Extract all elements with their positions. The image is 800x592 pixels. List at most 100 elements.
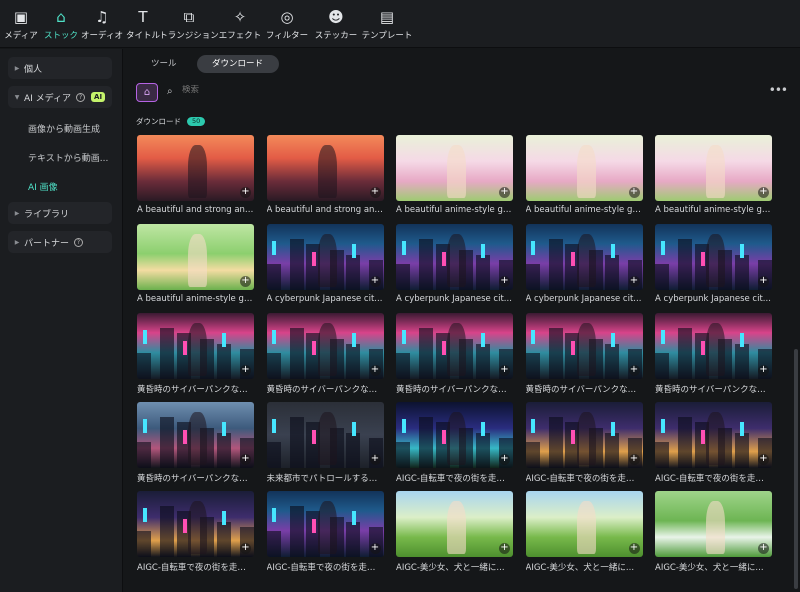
add-to-timeline-icon[interactable]: + xyxy=(758,454,769,465)
toolbar-template-button[interactable]: ▤ テンプレート xyxy=(362,0,413,48)
media-thumbnail[interactable]: + xyxy=(655,224,772,290)
media-thumbnail[interactable]: + xyxy=(266,313,384,379)
media-thumbnail[interactable]: + xyxy=(396,135,513,201)
add-to-timeline-icon[interactable]: + xyxy=(758,543,769,554)
media-card[interactable]: + AIGC-自転車で夜の街を走る... xyxy=(396,402,513,484)
media-thumbnail[interactable]: + xyxy=(655,402,772,468)
toolbar-title-button[interactable]: T タイトル xyxy=(124,0,162,48)
tab-downloads[interactable]: ダウンロード xyxy=(196,55,279,73)
media-thumbnail[interactable]: + xyxy=(137,224,254,290)
media-card[interactable]: + A beautiful anime-style gir... xyxy=(137,224,254,304)
store-button[interactable]: ⌂ xyxy=(136,83,158,102)
toolbar-media-button[interactable]: ▣ メディア xyxy=(0,0,42,48)
toolbar-transition-button[interactable]: ⧉ トランジション xyxy=(159,0,219,48)
sidebar-item-library[interactable]: ▶ ライブラリ xyxy=(8,202,112,224)
media-thumbnail[interactable]: + xyxy=(525,313,643,379)
media-card[interactable]: + 黄昏時のサイバーパンクな日... xyxy=(266,313,384,395)
media-thumbnail[interactable]: + xyxy=(655,313,772,379)
add-to-timeline-icon[interactable]: + xyxy=(240,365,251,376)
media-thumbnail[interactable]: + xyxy=(137,491,254,557)
tab-tools[interactable]: ツール xyxy=(137,55,191,73)
media-card[interactable]: + AIGC-自転車で夜の街を走る... xyxy=(266,491,384,573)
sidebar-subitem-ai-image[interactable]: AI 画像 xyxy=(28,180,58,193)
media-card[interactable]: + A cyberpunk Japanese cit... xyxy=(655,224,772,304)
media-thumbnail[interactable]: + xyxy=(525,491,643,557)
media-thumbnail[interactable]: + xyxy=(137,402,254,468)
add-to-timeline-icon[interactable]: + xyxy=(240,187,251,198)
media-thumbnail[interactable]: + xyxy=(396,313,513,379)
sidebar-item-personal[interactable]: ▶ 個人 xyxy=(8,57,112,79)
media-card[interactable]: + A beautiful anime-style gir... xyxy=(655,135,772,215)
media-thumbnail[interactable]: + xyxy=(266,135,384,201)
media-thumbnail[interactable]: + xyxy=(396,224,513,290)
add-to-timeline-icon[interactable]: + xyxy=(628,187,640,198)
media-thumbnail[interactable]: + xyxy=(396,491,513,557)
more-options-icon[interactable]: ••• xyxy=(769,83,788,97)
help-icon[interactable]: ? xyxy=(76,92,86,102)
add-to-timeline-icon[interactable]: + xyxy=(758,365,769,376)
add-to-timeline-icon[interactable]: + xyxy=(628,276,640,287)
media-thumbnail[interactable]: + xyxy=(525,402,643,468)
media-thumbnail[interactable]: + xyxy=(137,135,254,201)
media-card[interactable]: + AIGC-自転車で夜の街を走る... xyxy=(655,402,772,484)
media-card[interactable]: + AIGC-美少女、犬と一緒に... xyxy=(396,491,513,573)
media-card[interactable]: + AIGC-美少女、犬と一緒に... xyxy=(655,491,772,573)
media-card[interactable]: + 黄昏時のサイバーパンクな日... xyxy=(655,313,772,395)
add-to-timeline-icon[interactable]: + xyxy=(628,454,640,465)
sidebar-item-partner[interactable]: ▶ パートナー ? xyxy=(8,231,112,253)
add-to-timeline-icon[interactable]: + xyxy=(369,187,381,198)
toolbar-stock-button[interactable]: ⌂ ストック xyxy=(42,0,80,48)
media-card[interactable]: + A beautiful and strong ani... xyxy=(266,135,384,215)
add-to-timeline-icon[interactable]: + xyxy=(369,365,381,376)
sidebar-subitem-text-to-video[interactable]: テキストから動画... xyxy=(28,151,108,164)
media-caption: A beautiful and strong ani... xyxy=(137,205,254,215)
add-to-timeline-icon[interactable]: + xyxy=(369,276,381,287)
add-to-timeline-icon[interactable]: + xyxy=(369,454,381,465)
media-thumbnail[interactable]: + xyxy=(137,313,254,379)
media-card[interactable]: + 未来都市でパトロールする警... xyxy=(266,402,384,484)
media-card[interactable]: + A beautiful anime-style gir... xyxy=(525,135,643,215)
add-to-timeline-icon[interactable]: + xyxy=(758,187,769,198)
media-card[interactable]: + 黄昏時のサイバーパンクな日... xyxy=(525,313,643,395)
media-thumbnail[interactable]: + xyxy=(266,224,384,290)
add-to-timeline-icon[interactable]: + xyxy=(240,454,251,465)
media-card[interactable]: + 黄昏時のサイバーパンクな日... xyxy=(396,313,513,395)
media-card[interactable]: + A cyberpunk Japanese cit... xyxy=(525,224,643,304)
media-thumbnail[interactable]: + xyxy=(266,491,384,557)
sidebar-subitem-image-to-video[interactable]: 画像から動画生成 xyxy=(28,122,100,135)
toolbar-sticker-button[interactable]: ☻ ステッカー xyxy=(310,0,362,48)
add-to-timeline-icon[interactable]: + xyxy=(499,365,510,376)
media-thumbnail[interactable]: + xyxy=(266,402,384,468)
media-card[interactable]: + AIGC-美少女、犬と一緒に... xyxy=(525,491,643,573)
media-card[interactable]: + A beautiful anime-style gir... xyxy=(396,135,513,215)
media-card[interactable]: + A cyberpunk Japanese cit... xyxy=(396,224,513,304)
sidebar-item-ai-media[interactable]: ▼ AI メディア ? AI xyxy=(8,86,112,108)
add-to-timeline-icon[interactable]: + xyxy=(758,276,769,287)
toolbar-audio-button[interactable]: ♫ オーディオ xyxy=(80,0,124,48)
add-to-timeline-icon[interactable]: + xyxy=(499,543,510,554)
media-thumbnail[interactable]: + xyxy=(396,402,513,468)
add-to-timeline-icon[interactable]: + xyxy=(628,543,640,554)
add-to-timeline-icon[interactable]: + xyxy=(499,454,510,465)
add-to-timeline-icon[interactable]: + xyxy=(499,276,510,287)
toolbar-filter-button[interactable]: ◎ フィルター xyxy=(264,0,310,48)
media-card[interactable]: + A beautiful and strong ani... xyxy=(137,135,254,215)
add-to-timeline-icon[interactable]: + xyxy=(499,187,510,198)
media-card[interactable]: + AIGC-自転車で夜の街を走る... xyxy=(525,402,643,484)
add-to-timeline-icon[interactable]: + xyxy=(240,276,251,287)
media-card[interactable]: + 黄昏時のサイバーパンクな日... xyxy=(137,313,254,395)
media-card[interactable]: + AIGC-自転車で夜の街を走る... xyxy=(137,491,254,573)
media-card[interactable]: + 黄昏時のサイバーパンクな日... xyxy=(137,402,254,484)
media-thumbnail[interactable]: + xyxy=(525,135,643,201)
toolbar-effect-button[interactable]: ✧ エフェクト xyxy=(216,0,264,48)
help-icon[interactable]: ? xyxy=(74,237,84,247)
search-input[interactable] xyxy=(182,85,382,95)
add-to-timeline-icon[interactable]: + xyxy=(628,365,640,376)
media-card[interactable]: + A cyberpunk Japanese cit... xyxy=(266,224,384,304)
media-thumbnail[interactable]: + xyxy=(655,135,772,201)
add-to-timeline-icon[interactable]: + xyxy=(369,543,381,554)
media-thumbnail[interactable]: + xyxy=(525,224,643,290)
scrollbar[interactable] xyxy=(794,349,798,589)
add-to-timeline-icon[interactable]: + xyxy=(240,543,251,554)
media-thumbnail[interactable]: + xyxy=(655,491,772,557)
